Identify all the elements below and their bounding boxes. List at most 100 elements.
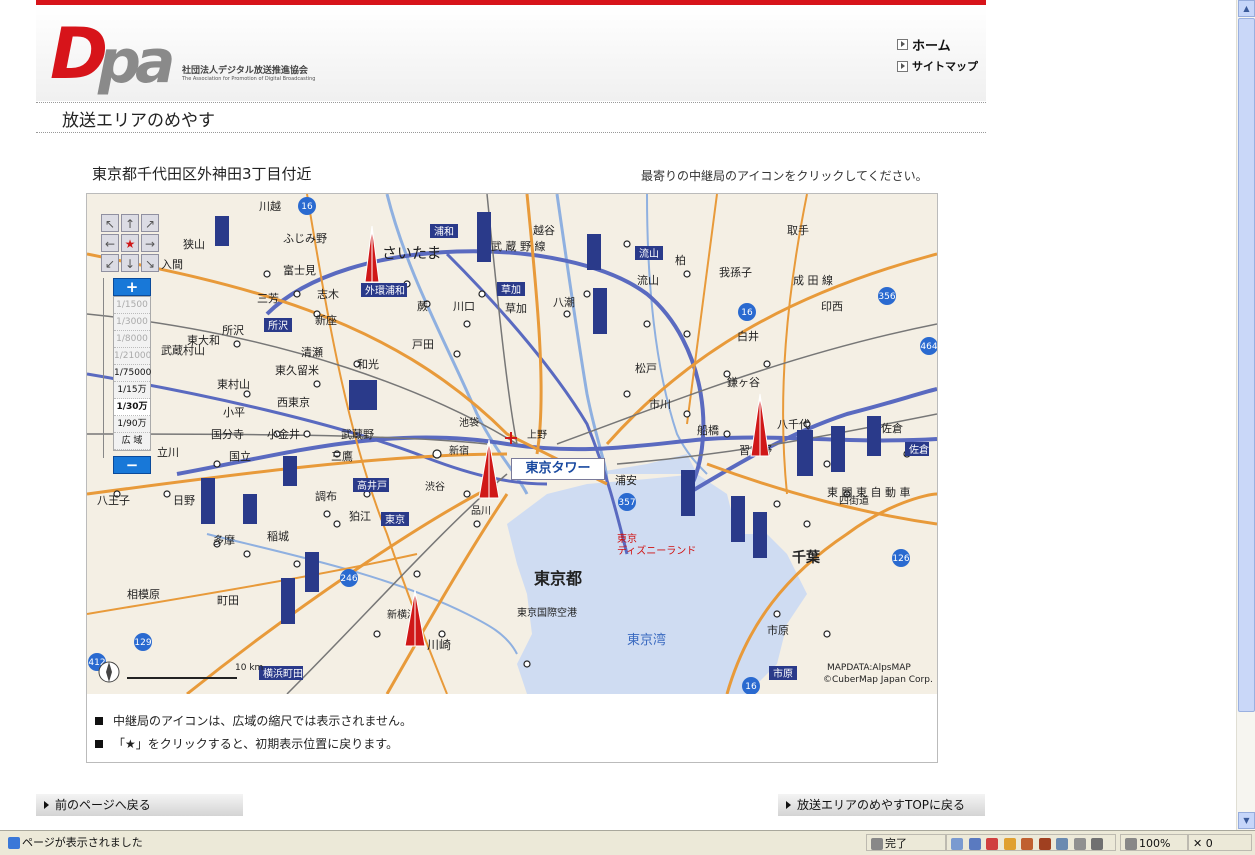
zoom-slider[interactable] <box>103 278 110 458</box>
svg-text:相模原: 相模原 <box>127 588 160 601</box>
svg-text:渋谷: 渋谷 <box>425 480 445 493</box>
organization-name-english: The Association for Promotion of Digital… <box>182 76 316 82</box>
pan-up-left-button[interactable]: ↖ <box>101 214 119 232</box>
svg-text:東京: 東京 <box>617 532 637 545</box>
svg-text:ふじみ野: ふじみ野 <box>283 232 327 245</box>
svg-text:武蔵村山: 武蔵村山 <box>161 343 205 357</box>
popup-blocker[interactable]: ✕ 0 <box>1188 834 1252 851</box>
svg-text:356: 356 <box>878 292 895 302</box>
pan-up-right-button[interactable]: ↗ <box>141 214 159 232</box>
page-title: 放送エリアのめやす <box>62 111 215 131</box>
bullet-icon <box>95 716 103 725</box>
addon-icon[interactable] <box>1021 838 1033 850</box>
svg-text:市原: 市原 <box>767 623 789 637</box>
svg-text:所沢: 所沢 <box>268 319 288 332</box>
pan-down-right-button[interactable]: ↘ <box>141 254 159 272</box>
divider <box>36 132 986 133</box>
vertical-scrollbar[interactable]: ▲ ▼ <box>1236 0 1255 830</box>
svg-text:立川: 立川 <box>157 445 179 459</box>
saitama-label: さいたま <box>382 244 442 262</box>
zoom-level-option[interactable]: 1/90万 <box>114 416 150 433</box>
svg-text:川崎: 川崎 <box>427 638 451 652</box>
svg-text:三芳: 三芳 <box>257 291 279 305</box>
area-top-label: 放送エリアのめやすTOPに戻る <box>797 798 966 812</box>
home-link-label: ホーム <box>912 39 951 54</box>
zoom-level-option[interactable]: 1/3000 <box>114 314 150 331</box>
addon-icon[interactable] <box>1056 838 1068 850</box>
addon-icon[interactable] <box>1003 838 1016 850</box>
pan-right-button[interactable]: → <box>141 234 159 252</box>
addon-icon[interactable] <box>1038 838 1051 850</box>
svg-text:八千代: 八千代 <box>777 418 810 431</box>
svg-text:小金井: 小金井 <box>267 427 300 441</box>
scroll-down-arrow-icon[interactable]: ▼ <box>1238 812 1255 829</box>
svg-text:武蔵野: 武蔵野 <box>341 428 374 441</box>
svg-text:越谷: 越谷 <box>533 223 555 237</box>
pan-down-button[interactable]: ↓ <box>121 254 139 272</box>
site-header: D pa 社団法人デジタル放送推進協会 The Association for … <box>36 5 986 101</box>
zoom-level-option[interactable]: 1/30万 <box>114 399 150 416</box>
area-map[interactable]: さいたま 東京都 千葉 川崎 松戸 市川 浦安 所沢 和光 東村山 立川 八王子… <box>87 194 937 694</box>
svg-text:西東京: 西東京 <box>277 395 310 409</box>
svg-text:志木: 志木 <box>317 288 339 301</box>
addon-icon[interactable] <box>951 838 963 850</box>
svg-text:川越: 川越 <box>259 199 281 213</box>
svg-text:佐倉: 佐倉 <box>909 443 929 456</box>
pan-up-button[interactable]: ↑ <box>121 214 139 232</box>
note-item: 中継局のアイコンは、広域の縮尺では表示されません。 <box>95 712 412 729</box>
svg-text:白井: 白井 <box>737 329 759 343</box>
progress-icon <box>871 838 883 850</box>
svg-text:蕨: 蕨 <box>417 300 428 313</box>
tokyo-tower-label[interactable]: 東京タワー <box>511 458 605 480</box>
scroll-thumb[interactable] <box>1238 18 1255 712</box>
addon-icon[interactable] <box>968 838 981 850</box>
sitemap-link[interactable]: サイトマップ <box>897 58 978 74</box>
svg-text:東京: 東京 <box>385 513 405 526</box>
zoom-indicator[interactable]: 100% <box>1120 834 1188 851</box>
svg-text:上野: 上野 <box>527 429 547 441</box>
addon-icon[interactable] <box>1073 838 1086 850</box>
print-icon[interactable] <box>1091 838 1103 850</box>
svg-text:東京国際空港: 東京国際空港 <box>517 606 577 619</box>
organization-name: 社団法人デジタル放送推進協会 <box>182 66 308 76</box>
logo-letters-pa: pa <box>98 27 175 97</box>
svg-text:柏: 柏 <box>675 253 686 267</box>
zoom-level-option[interactable]: 1/75000 <box>114 365 151 382</box>
zoom-level-option[interactable]: 1/15万 <box>114 382 150 399</box>
map-canvas[interactable]: さいたま 東京都 千葉 川崎 松戸 市川 浦安 所沢 和光 東村山 立川 八王子… <box>87 194 937 694</box>
zoom-level-option[interactable]: 広 域 <box>114 433 150 450</box>
zoom-level-option[interactable]: 1/21000 <box>114 348 151 365</box>
dpa-logo[interactable]: D pa 社団法人デジタル放送推進協会 The Association for … <box>50 13 350 97</box>
reset-position-button[interactable]: ★ <box>121 234 139 252</box>
svg-text:成 田 線: 成 田 線 <box>793 273 833 287</box>
tokyo-to-label: 東京都 <box>534 569 582 588</box>
zoom-out-button[interactable]: − <box>113 456 151 474</box>
svg-text:和光: 和光 <box>357 357 379 371</box>
back-page-button[interactable]: 前のページへ戻る <box>36 794 243 816</box>
svg-text:外環浦和: 外環浦和 <box>365 284 405 297</box>
zoom-in-button[interactable]: + <box>113 278 151 296</box>
zoom-level-option[interactable]: 1/1500 <box>114 297 150 314</box>
map-credit: MAPDATA:AlpsMAP <box>827 663 911 673</box>
svg-text:品川: 品川 <box>471 505 491 517</box>
svg-text:川口: 川口 <box>453 300 475 313</box>
svg-text:清瀬: 清瀬 <box>301 345 323 359</box>
zoom-level-option[interactable]: 1/8000 <box>114 331 150 348</box>
svg-text:東村山: 東村山 <box>217 377 250 391</box>
addon-icon[interactable] <box>986 838 998 850</box>
svg-text:草加: 草加 <box>501 284 521 296</box>
pan-left-button[interactable]: ← <box>101 234 119 252</box>
header-links: ホーム サイトマップ <box>897 35 978 78</box>
home-link[interactable]: ホーム <box>897 35 978 54</box>
svg-text:464: 464 <box>920 342 937 352</box>
note-item: 「★」をクリックすると、初期表示位置に戻ります。 <box>95 735 412 752</box>
svg-text:印西: 印西 <box>821 300 843 313</box>
pan-down-left-button[interactable]: ↙ <box>101 254 119 272</box>
page-icon <box>8 837 20 849</box>
svg-text:小平: 小平 <box>223 406 245 419</box>
svg-text:佐倉: 佐倉 <box>881 421 903 435</box>
svg-text:取手: 取手 <box>787 223 809 237</box>
scroll-up-arrow-icon[interactable]: ▲ <box>1238 0 1255 17</box>
area-top-button[interactable]: 放送エリアのめやすTOPに戻る <box>778 794 985 816</box>
svg-text:357: 357 <box>618 498 635 508</box>
